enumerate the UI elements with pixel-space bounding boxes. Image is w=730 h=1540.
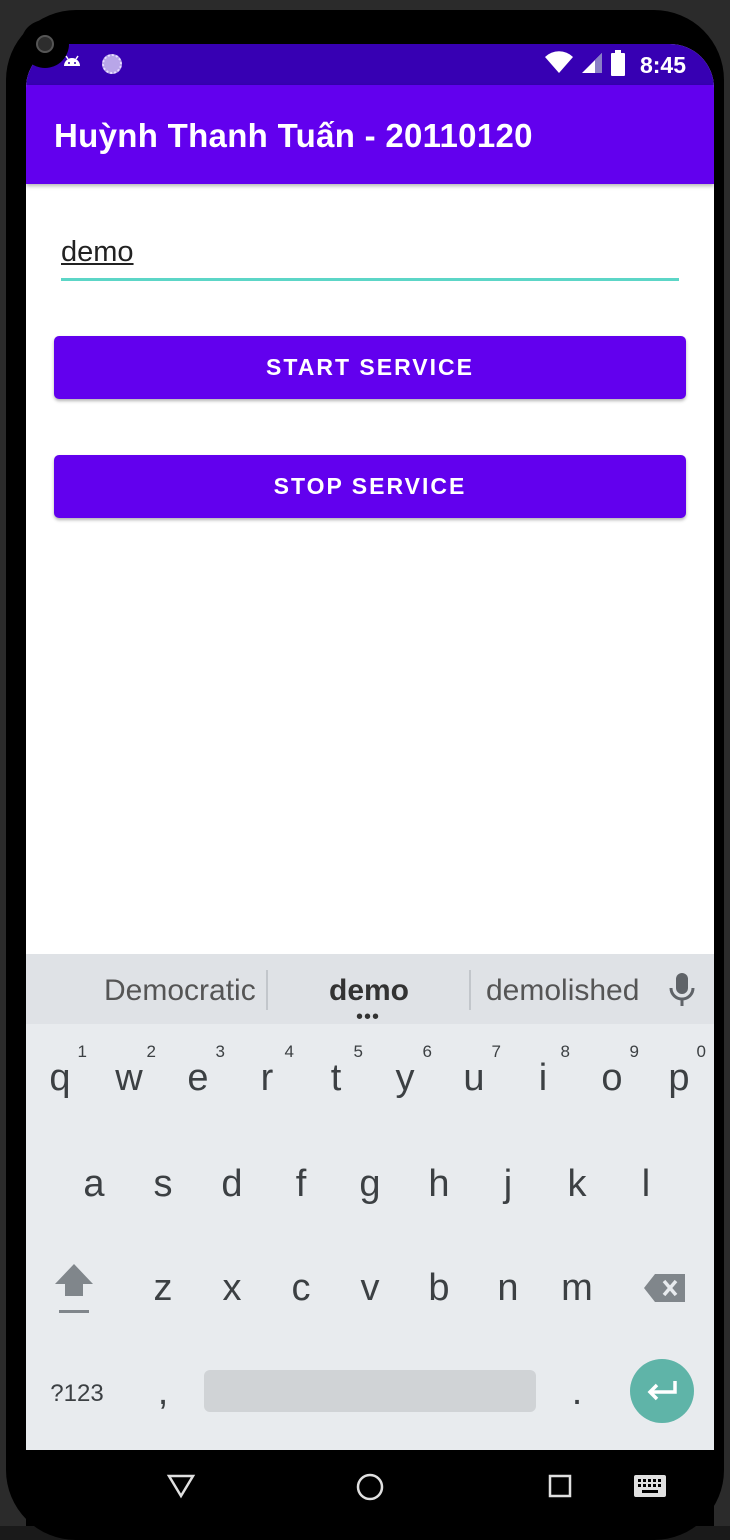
period-key[interactable]: . <box>546 1352 608 1432</box>
key-o[interactable]: o9 <box>581 1038 643 1118</box>
key-q[interactable]: q1 <box>29 1038 91 1118</box>
key-b[interactable]: b <box>408 1248 470 1328</box>
service-input[interactable] <box>61 232 679 272</box>
soft-keyboard: Democratic demo ••• demolished q1 w2 e3 … <box>26 954 714 1450</box>
spacebar[interactable] <box>204 1370 536 1412</box>
phone-screen: 8:45 Huỳnh Thanh Tuấn - 20110120 START S… <box>26 44 714 1526</box>
back-icon[interactable] <box>166 1472 196 1505</box>
key-s[interactable]: s <box>132 1144 194 1224</box>
key-j[interactable]: j <box>477 1144 539 1224</box>
sync-icon <box>102 54 122 74</box>
key-d[interactable]: d <box>201 1144 263 1224</box>
key-r[interactable]: r4 <box>236 1038 298 1118</box>
suggestion-divider <box>266 970 268 1010</box>
key-v[interactable]: v <box>339 1248 401 1328</box>
suggestion-left[interactable]: Democratic <box>104 974 256 1008</box>
enter-key[interactable] <box>630 1359 694 1423</box>
key-h[interactable]: h <box>408 1144 470 1224</box>
key-w[interactable]: w2 <box>98 1038 160 1118</box>
key-n[interactable]: n <box>477 1248 539 1328</box>
key-x[interactable]: x <box>201 1248 263 1328</box>
key-g[interactable]: g <box>339 1144 401 1224</box>
status-bar: 8:45 <box>26 44 714 85</box>
key-p[interactable]: p0 <box>648 1038 710 1118</box>
navigation-bar <box>26 1450 714 1526</box>
stop-service-button[interactable]: STOP SERVICE <box>54 455 686 518</box>
home-icon[interactable] <box>355 1472 385 1507</box>
microphone-icon[interactable] <box>668 972 696 1013</box>
key-k[interactable]: k <box>546 1144 608 1224</box>
status-time: 8:45 <box>639 52 686 78</box>
key-t[interactable]: t5 <box>305 1038 367 1118</box>
app-title: Huỳnh Thanh Tuấn - 20110120 <box>54 117 533 154</box>
key-i[interactable]: i8 <box>512 1038 574 1118</box>
front-camera <box>21 20 69 68</box>
text-input-field[interactable] <box>61 232 679 281</box>
comma-key[interactable]: , <box>132 1352 194 1432</box>
key-l[interactable]: l <box>615 1144 677 1224</box>
suggestion-divider <box>469 970 471 1010</box>
battery-icon <box>610 50 626 81</box>
key-m[interactable]: m <box>546 1248 608 1328</box>
recents-icon[interactable] <box>546 1472 574 1505</box>
start-service-button[interactable]: START SERVICE <box>54 336 686 399</box>
suggestion-right[interactable]: demolished <box>486 974 639 1008</box>
wifi-icon <box>544 51 574 80</box>
backspace-key[interactable] <box>634 1248 696 1328</box>
cell-signal-icon <box>580 51 604 80</box>
shift-key[interactable] <box>43 1248 105 1328</box>
shift-icon <box>55 1264 93 1313</box>
key-f[interactable]: f <box>270 1144 332 1224</box>
key-a[interactable]: a <box>63 1144 125 1224</box>
more-suggestions-dots[interactable]: ••• <box>356 1007 380 1027</box>
backspace-icon <box>644 1274 685 1302</box>
suggestion-middle[interactable]: demo <box>329 974 409 1008</box>
key-z[interactable]: z <box>132 1248 194 1328</box>
key-c[interactable]: c <box>270 1248 332 1328</box>
key-e[interactable]: e3 <box>167 1038 229 1118</box>
app-bar: Huỳnh Thanh Tuấn - 20110120 <box>26 85 714 184</box>
enter-icon <box>647 1381 677 1401</box>
keyboard-switch-icon[interactable] <box>632 1472 668 1505</box>
symbols-key[interactable]: ?123 <box>46 1354 108 1434</box>
key-y[interactable]: y6 <box>374 1038 436 1118</box>
key-u[interactable]: u7 <box>443 1038 505 1118</box>
suggestion-strip: Democratic demo ••• demolished <box>26 954 714 1027</box>
